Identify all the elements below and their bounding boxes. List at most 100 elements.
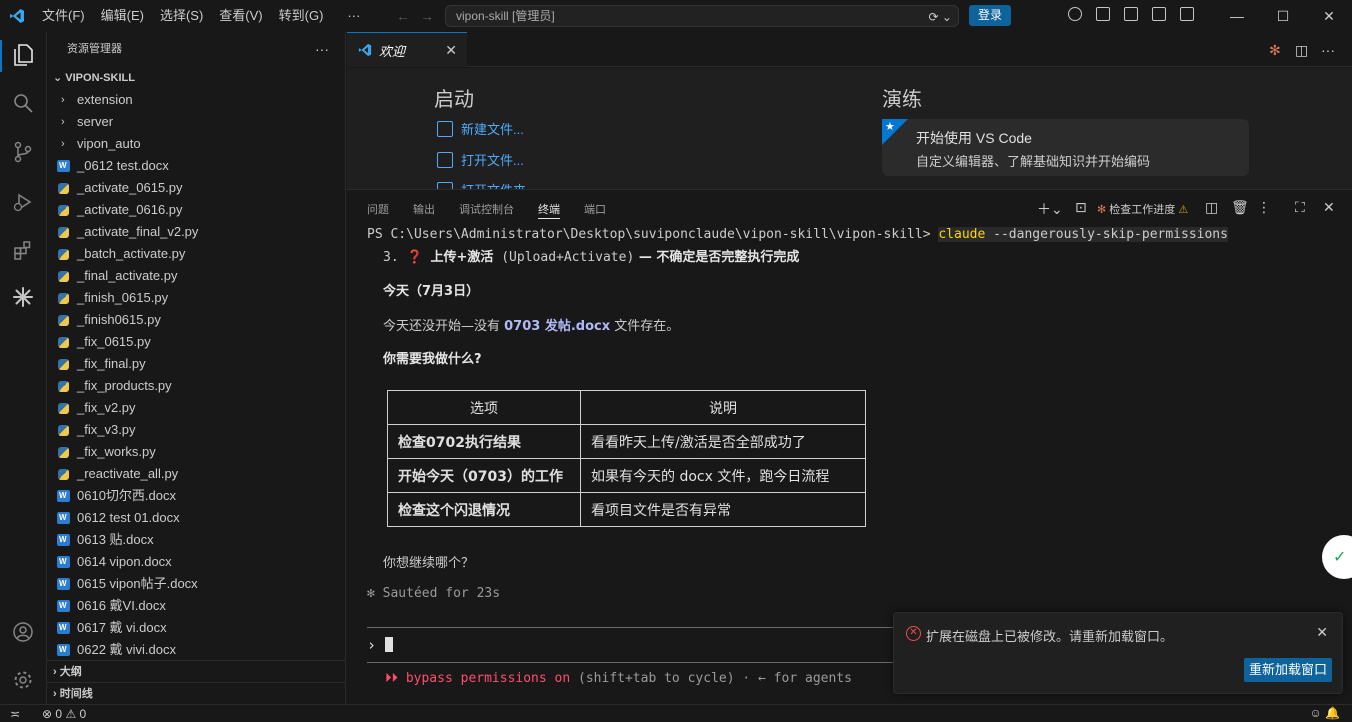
file-item[interactable]: _activate_0616.py: [47, 199, 345, 221]
toggle-sidebar-icon[interactable]: [1096, 7, 1110, 21]
folder-item[interactable]: › extension: [47, 89, 345, 111]
file-item[interactable]: 0617 戴 vi.docx: [47, 617, 345, 639]
word-file-icon: [57, 573, 70, 595]
menu-go[interactable]: 转到(G): [271, 0, 332, 32]
more-actions-icon[interactable]: ···: [315, 32, 329, 67]
file-item[interactable]: _activate_0615.py: [47, 177, 345, 199]
settings-gear-icon[interactable]: [10, 667, 36, 693]
menu-file[interactable]: 文件(F): [34, 0, 93, 32]
split-editor-icon[interactable]: ◫: [1295, 42, 1308, 59]
open-folder-link[interactable]: 打开文件夹...: [437, 180, 537, 189]
search-icon[interactable]: [10, 90, 36, 116]
folder-item[interactable]: › vipon_auto: [47, 133, 345, 155]
file-item[interactable]: _final_activate.py: [47, 265, 345, 287]
close-panel-icon[interactable]: ✕: [1323, 199, 1335, 216]
file-item[interactable]: 0613 贴.docx: [47, 529, 345, 551]
file-item[interactable]: _fix_products.py: [47, 375, 345, 397]
file-item[interactable]: _fix_works.py: [47, 441, 345, 463]
warning-count: 0: [79, 707, 87, 721]
new-file-icon: [437, 120, 453, 137]
back-icon[interactable]: ←: [396, 8, 410, 24]
copilot-icon[interactable]: ⟳ ⌄: [929, 7, 952, 27]
menu-view[interactable]: 查看(V): [211, 0, 270, 32]
menu-edit[interactable]: 编辑(E): [93, 0, 152, 32]
split-terminal-icon[interactable]: ◫: [1205, 199, 1218, 216]
new-terminal-icon[interactable]: ＋⌄: [1037, 199, 1063, 219]
close-icon[interactable]: ✕: [1316, 624, 1328, 641]
source-control-icon[interactable]: [10, 139, 36, 165]
copilot-status-icon[interactable]: [1068, 7, 1082, 21]
tab-debug-console[interactable]: 调试控制台: [459, 201, 514, 217]
check-progress[interactable]: ✻ 检查工作进度 ⚠: [1097, 201, 1188, 217]
file-label: _fix_v2.py: [77, 400, 136, 415]
file-item[interactable]: _fix_final.py: [47, 353, 345, 375]
menu-more[interactable]: ···: [339, 0, 368, 32]
run-debug-icon[interactable]: [10, 189, 36, 215]
maximize-panel-icon[interactable]: ⛶: [1295, 199, 1305, 216]
open-folder-icon: [437, 181, 453, 189]
file-item[interactable]: 0616 戴VI.docx: [47, 595, 345, 617]
copilot-icon[interactable]: ☺: [1309, 706, 1321, 720]
folder-item[interactable]: › server: [47, 111, 345, 133]
file-item[interactable]: 0610切尔西.docx: [47, 485, 345, 507]
tab-ports[interactable]: 端口: [584, 201, 606, 217]
problems-status[interactable]: ⊗ 0 ⚠ 0: [42, 707, 86, 721]
file-item[interactable]: _batch_activate.py: [47, 243, 345, 265]
close-window-button[interactable]: ✕: [1306, 0, 1352, 32]
explorer-icon[interactable]: [10, 42, 36, 68]
trash-icon[interactable]: 🗑: [1231, 199, 1249, 216]
more-actions-icon[interactable]: ⋮: [1257, 199, 1271, 216]
customize-layout-icon[interactable]: [1180, 7, 1194, 21]
file-item[interactable]: _activate_final_v2.py: [47, 221, 345, 243]
login-button[interactable]: 登录: [969, 5, 1011, 26]
terminal-icon[interactable]: ⊡: [1075, 199, 1087, 216]
input-prompt[interactable]: ›: [367, 636, 394, 654]
options-table: 选项 说明 检查0702执行结果 看看昨天上传/激活是否全部成功了 开始今天（0…: [387, 390, 866, 527]
table-cell: 看看昨天上传/激活是否全部成功了: [580, 424, 866, 459]
timeline-section[interactable]: › 时间线: [47, 682, 345, 704]
file-item[interactable]: 0612 test 01.docx: [47, 507, 345, 529]
outline-section[interactable]: › 大纲: [47, 660, 345, 682]
file-item[interactable]: 0615 vipon帖子.docx: [47, 573, 345, 595]
remote-icon[interactable]: ≍: [10, 707, 20, 721]
chevron-right-icon: ›: [61, 116, 65, 128]
workspace-root[interactable]: ⌄ VIPON-SKILL: [47, 67, 345, 89]
tab-output[interactable]: 输出: [413, 201, 435, 217]
toggle-panel-icon[interactable]: [1124, 7, 1138, 21]
file-item[interactable]: 0614 vipon.docx: [47, 551, 345, 573]
file-item[interactable]: _finish_0615.py: [47, 287, 345, 309]
toggle-secondary-sidebar-icon[interactable]: [1152, 7, 1166, 21]
notifications-bell-icon[interactable]: 🔔: [1325, 706, 1340, 720]
more-actions-icon[interactable]: ···: [1321, 42, 1335, 58]
file-item[interactable]: _finish0615.py: [47, 309, 345, 331]
tab-terminal[interactable]: 终端: [538, 201, 560, 219]
chevron-right-icon: ›: [61, 138, 65, 150]
file-item[interactable]: _fix_v3.py: [47, 419, 345, 441]
account-icon[interactable]: [10, 619, 36, 645]
new-file-link[interactable]: 新建文件...: [437, 119, 524, 138]
close-icon[interactable]: ✕: [445, 42, 457, 59]
walkthrough-card[interactable]: ★ 开始使用 VS Code 自定义编辑器、了解基础知识并开始编码: [882, 119, 1249, 176]
file-item[interactable]: _fix_0615.py: [47, 331, 345, 353]
menu-bar: 文件(F) 编辑(E) 选择(S) 查看(V) 转到(G) ···: [34, 0, 368, 32]
command-center[interactable]: vipon-skill [管理员] ⟳ ⌄: [445, 5, 959, 27]
forward-icon[interactable]: →: [420, 8, 434, 24]
file-item[interactable]: 0622 戴 vivi.docx: [47, 639, 345, 661]
menu-selection[interactable]: 选择(S): [152, 0, 211, 32]
active-indicator: [0, 40, 2, 72]
file-item[interactable]: _reactivate_all.py: [47, 463, 345, 485]
maximize-button[interactable]: ☐: [1260, 0, 1306, 32]
outline-label: 大纲: [59, 666, 82, 678]
file-item[interactable]: _0612 test.docx: [47, 155, 345, 177]
file-label: 0622 戴 vivi.docx: [77, 642, 176, 657]
claude-spark-icon[interactable]: ✻: [1269, 42, 1281, 59]
file-item[interactable]: _fix_v2.py: [47, 397, 345, 419]
tab-problems[interactable]: 问题: [367, 201, 389, 217]
python-file-icon: [58, 271, 69, 282]
claude-icon[interactable]: [10, 284, 36, 310]
extensions-icon[interactable]: [10, 237, 36, 263]
tab-welcome[interactable]: 欢迎 ✕: [347, 32, 467, 67]
minimize-button[interactable]: —: [1214, 0, 1260, 32]
reload-window-button[interactable]: 重新加载窗口: [1244, 658, 1332, 682]
open-file-link[interactable]: 打开文件...: [437, 150, 524, 169]
